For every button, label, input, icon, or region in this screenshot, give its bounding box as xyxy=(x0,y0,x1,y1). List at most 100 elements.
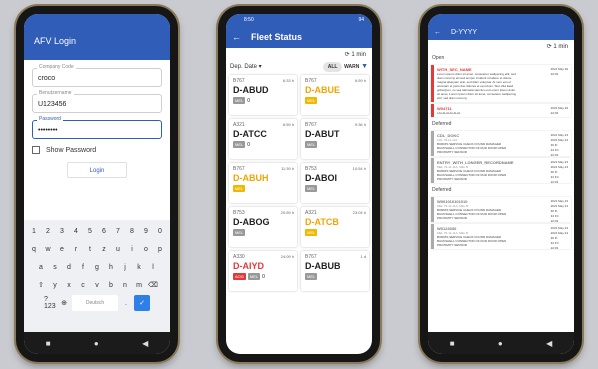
keyboard-key[interactable]: o xyxy=(140,241,152,257)
keyboard-key[interactable]: u xyxy=(112,241,124,257)
back-icon[interactable]: ◀ xyxy=(546,339,552,348)
keyboard-key[interactable]: w xyxy=(42,241,54,257)
keyboard-key[interactable]: b xyxy=(105,277,117,293)
keyboard-key[interactable]: t xyxy=(84,241,96,257)
company-code-field[interactable]: Company Code croco xyxy=(32,64,162,87)
keyboard-key[interactable]: 1 xyxy=(28,223,40,239)
defect-meta: 2021 May 29 22:03 xyxy=(551,106,568,116)
keyboard-key[interactable]: s xyxy=(49,259,61,275)
refresh-interval[interactable]: ⟳ 1 min xyxy=(226,48,372,61)
keyboard-key[interactable]: l xyxy=(147,259,159,275)
keyboard-key[interactable]: h xyxy=(105,259,117,275)
defect-item[interactable]: WITH_SEC_NAME Lorem ipsum dolor sit amet,… xyxy=(431,65,571,102)
keyboard-key[interactable]: r xyxy=(70,241,82,257)
keyboard-key[interactable]: 7 xyxy=(112,223,124,239)
phone-detail: ← D-YYYY ⟳ 1 min Open WITH_SEC_NAME Lorem … xyxy=(420,6,582,362)
aircraft-card[interactable]: B753 20:59 h D-ABOG MEL xyxy=(229,207,297,247)
period-key[interactable]: . xyxy=(120,295,132,311)
status-badges: MEL 0 xyxy=(233,141,293,148)
aircraft-card[interactable]: B767 9:36 h D-ABUT MEL xyxy=(301,119,369,159)
password-field[interactable]: Password •••••••• xyxy=(32,116,162,139)
status-badges: MEL xyxy=(305,97,365,104)
aircraft-card[interactable]: A330 24:09 h D-AIYD AOG MEL 0 xyxy=(229,251,297,291)
space-key[interactable]: Deutsch xyxy=(72,295,118,311)
home-icon[interactable]: ● xyxy=(498,339,503,348)
badge-count: 0 xyxy=(247,97,251,104)
back-icon[interactable]: ◀ xyxy=(142,339,148,348)
defect-description: BURRIS SERVICE CHECK FOUND DAMAGED BACKS… xyxy=(437,169,507,181)
aircraft-card[interactable]: B767 6:33 h D-ABUD MEL 0 xyxy=(229,75,297,115)
checkbox-box-icon xyxy=(32,146,40,154)
keyboard-key[interactable]: 6 xyxy=(98,223,110,239)
filter-all[interactable]: ALL xyxy=(322,62,343,72)
keyboard-key[interactable]: e xyxy=(56,241,68,257)
login-button[interactable]: Login xyxy=(67,162,127,178)
keyboard-key[interactable]: ⇧ xyxy=(35,277,47,293)
keyboard-key[interactable]: y xyxy=(49,277,61,293)
keyboard-key[interactable]: j xyxy=(119,259,131,275)
defect-item[interactable]: W04711 LALALALALALAL 2021 May 29 22:03 xyxy=(431,104,571,117)
status-badges: MEL xyxy=(305,141,365,148)
aircraft-card[interactable]: B767 1 d D-ABUB MEL xyxy=(301,251,369,291)
aircraft-card[interactable]: B767 6:59 h D-ABUE MEL xyxy=(301,75,369,115)
departure-time: 6:59 h xyxy=(282,122,294,127)
keyboard-key[interactable]: k xyxy=(133,259,145,275)
defect-meta-line: 22:03 xyxy=(550,246,559,250)
show-password-checkbox[interactable]: Show Password xyxy=(32,146,162,154)
keyboard-key[interactable]: g xyxy=(91,259,103,275)
keyboard-key[interactable]: d xyxy=(63,259,75,275)
keyboard-key[interactable]: 5 xyxy=(84,223,96,239)
keyboard-key[interactable]: a xyxy=(35,259,47,275)
soft-keyboard: 1 2 3 4 5 6 7 8 9 0 q w e r t z u i o p a s d f g h j k l ⇧ y x c v b n m ⌫ ?1… xyxy=(24,220,170,332)
defect-description: BURRIS SERVICE CHECK FOUND DAMAGED BACKS… xyxy=(437,208,507,220)
aircraft-card[interactable]: B753 10:54 h D-ABOI MEL xyxy=(301,163,369,203)
aircraft-card[interactable]: A321 23:04 h D-ATCB MEL xyxy=(301,207,369,247)
defect-item[interactable]: CDL_DOKC CDL 79-11-11A BURRIS SERVICE CHEC… xyxy=(431,131,571,157)
defect-item[interactable]: W0123330 MEL 79-11-11A, MEL B BURRIS SERVI… xyxy=(431,224,571,250)
keyboard-key[interactable]: ⌫ xyxy=(147,277,159,293)
recents-icon[interactable]: ■ xyxy=(46,339,51,348)
status-badge: AOG xyxy=(233,273,246,280)
key-123[interactable]: ?123 xyxy=(44,295,56,311)
enter-key[interactable]: ✓ xyxy=(134,295,150,311)
keyboard-key[interactable]: z xyxy=(98,241,110,257)
departure-time: 6:59 h xyxy=(354,78,366,83)
back-arrow-icon[interactable]: ← xyxy=(434,29,441,36)
home-icon[interactable]: ● xyxy=(94,339,99,348)
battery-level: 94 xyxy=(358,17,364,23)
departure-time: 1 d xyxy=(360,254,366,259)
keyboard-key[interactable]: p xyxy=(154,241,166,257)
sort-dropdown[interactable]: Dep. Date ▾ xyxy=(230,63,262,70)
phone-fleet: 8:50 94 ← Fleet Status ⟳ 1 min Dep. Date… xyxy=(218,6,380,362)
keyboard-key[interactable]: i xyxy=(126,241,138,257)
keyboard-key[interactable]: 9 xyxy=(140,223,152,239)
fleet-grid: B767 6:33 h D-ABUD MEL 0 B767 6:59 h D-ABUE MEL A… xyxy=(226,72,372,294)
refresh-interval[interactable]: ⟳ 1 min xyxy=(428,40,574,53)
username-field[interactable]: Benutzername U123456 xyxy=(32,90,162,113)
section-header: Deferred xyxy=(432,121,452,127)
keyboard-key[interactable]: x xyxy=(63,277,75,293)
keyboard-key[interactable]: c xyxy=(77,277,89,293)
departure-time: 6:33 h xyxy=(282,78,294,83)
filter-warn[interactable]: WARN xyxy=(344,64,359,70)
keyboard-key[interactable]: 2 xyxy=(42,223,54,239)
back-arrow-icon[interactable]: ← xyxy=(232,32,241,42)
keyboard-key[interactable]: 4 xyxy=(70,223,82,239)
defect-item[interactable]: W001010101010 MEL 79-11-11A, MEL B BURRIS … xyxy=(431,197,571,223)
aircraft-card[interactable]: A321 6:59 h D-ATCC MEL 0 xyxy=(229,119,297,159)
recents-icon[interactable]: ■ xyxy=(450,339,455,348)
globe-icon[interactable]: ⊕ xyxy=(58,295,70,311)
aircraft-card[interactable]: B767 11:39 h D-ABUH MEL xyxy=(229,163,297,203)
keyboard-key[interactable]: m xyxy=(133,277,145,293)
username-value: U123456 xyxy=(38,101,67,108)
keyboard-key[interactable]: q xyxy=(28,241,40,257)
keyboard-key[interactable]: f xyxy=(77,259,89,275)
keyboard-key[interactable]: 0 xyxy=(154,223,166,239)
keyboard-key[interactable]: 3 xyxy=(56,223,68,239)
keyboard-key[interactable]: n xyxy=(119,277,131,293)
keyboard-key[interactable]: 8 xyxy=(126,223,138,239)
keyboard-key[interactable]: v xyxy=(91,277,103,293)
filter-icon[interactable]: ▼ xyxy=(361,63,368,70)
defect-item[interactable]: ENTRY_WITH_LONGER_RECORDNAME MEL 79-11-11… xyxy=(431,158,571,184)
sort-filter-row: Dep. Date ▾ ALL WARN ▼ xyxy=(226,61,372,72)
